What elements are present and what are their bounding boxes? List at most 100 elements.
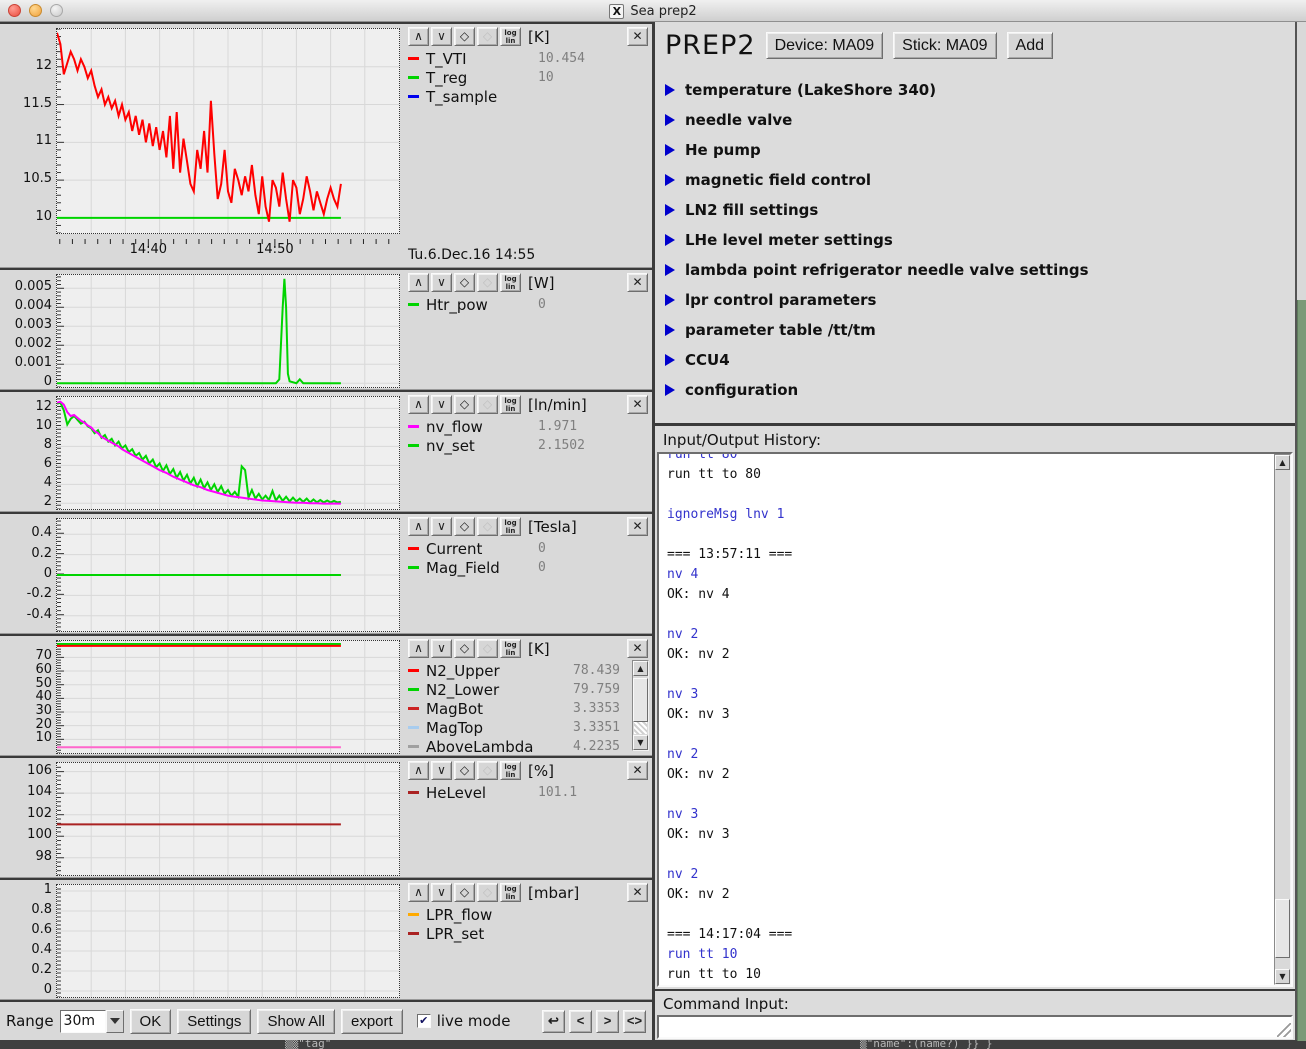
window-titlebar[interactable]: X Sea prep2	[0, 0, 1306, 22]
scroll-left-button[interactable]: <	[569, 1010, 592, 1033]
prep-section-item[interactable]: configuration	[665, 375, 1285, 405]
plot-area[interactable]	[56, 518, 400, 632]
panel-close-button[interactable]: ✕	[627, 395, 648, 414]
prep2-section: PREP2 Device: MA09 Stick: MA09 Add tempe…	[655, 22, 1295, 426]
scroll-up-icon[interactable]: ▲	[633, 661, 648, 676]
legend-series-value: 10.454	[538, 51, 585, 66]
panel-loglin-button[interactable]: loglin	[500, 761, 521, 780]
prep-section-item[interactable]: temperature (LakeShore 340)	[665, 75, 1285, 105]
panel-scale-down-button[interactable]: ∨	[431, 273, 452, 292]
add-button[interactable]: Add	[1007, 32, 1053, 59]
ok-button[interactable]: OK	[130, 1009, 172, 1034]
plot-area[interactable]	[56, 640, 400, 754]
panel-loglin-button[interactable]: loglin	[500, 395, 521, 414]
panel-scale-up-button[interactable]: ∧	[408, 273, 429, 292]
panel-autoscale-disabled-button[interactable]: ◇	[477, 273, 498, 292]
io-history-scrollbar[interactable]: ▲ ▼	[1274, 454, 1291, 985]
prep-section-item[interactable]: He pump	[665, 135, 1285, 165]
expand-range-button[interactable]: <>	[623, 1010, 646, 1033]
range-value[interactable]: 30m	[60, 1010, 106, 1033]
panel-loglin-button[interactable]: loglin	[500, 27, 521, 46]
panel-close-button[interactable]: ✕	[627, 517, 648, 536]
panel-autoscale-button[interactable]: ◇	[454, 273, 475, 292]
prep-section-item[interactable]: LN2 fill settings	[665, 195, 1285, 225]
panel-scale-down-button[interactable]: ∨	[431, 395, 452, 414]
panel-loglin-button[interactable]: loglin	[500, 517, 521, 536]
range-dropdown-button[interactable]	[106, 1010, 124, 1033]
panel-autoscale-disabled-button[interactable]: ◇	[477, 395, 498, 414]
plot-area[interactable]	[56, 762, 400, 876]
panel-scale-up-button[interactable]: ∧	[408, 639, 429, 658]
resize-grip-icon[interactable]	[1277, 1023, 1291, 1037]
scrollbar-trough[interactable]	[634, 722, 647, 734]
panel-autoscale-button[interactable]: ◇	[454, 639, 475, 658]
panel-autoscale-disabled-button[interactable]: ◇	[477, 761, 498, 780]
panel-autoscale-button[interactable]: ◇	[454, 27, 475, 46]
lin-label: lin	[501, 283, 520, 291]
refresh-button[interactable]: ↩	[542, 1010, 565, 1033]
prep-section-item[interactable]: CCU4	[665, 345, 1285, 375]
panel-scale-down-button[interactable]: ∨	[431, 517, 452, 536]
panel-scale-down-button[interactable]: ∨	[431, 639, 452, 658]
panel-scale-up-button[interactable]: ∧	[408, 883, 429, 902]
prep-section-item[interactable]: parameter table /tt/tm	[665, 315, 1285, 345]
prep-section-item[interactable]: lambda point refrigerator needle valve s…	[665, 255, 1285, 285]
panel-close-button[interactable]: ✕	[627, 273, 648, 292]
prep-section-item[interactable]: lpr control parameters	[665, 285, 1285, 315]
stick-button[interactable]: Stick: MA09	[893, 32, 996, 59]
panel-scale-up-button[interactable]: ∧	[408, 27, 429, 46]
io-history-line: run tt to 80	[667, 465, 1269, 485]
panel-close-button[interactable]: ✕	[627, 883, 648, 902]
panel-autoscale-disabled-button[interactable]: ◇	[477, 517, 498, 536]
plot-area[interactable]	[56, 274, 400, 388]
plot-area[interactable]	[56, 884, 400, 998]
panel-scale-up-button[interactable]: ∧	[408, 517, 429, 536]
plot-area[interactable]	[56, 28, 400, 234]
scroll-down-icon[interactable]: ▼	[633, 735, 648, 750]
panel-scale-down-button[interactable]: ∨	[431, 27, 452, 46]
panel-close-button[interactable]: ✕	[627, 27, 648, 46]
range-combobox[interactable]: 30m	[60, 1010, 124, 1033]
y-tick-label: 0.004	[15, 298, 52, 313]
prep-section-item[interactable]: LHe level meter settings	[665, 225, 1285, 255]
panel-autoscale-button[interactable]: ◇	[454, 761, 475, 780]
panel-loglin-button[interactable]: loglin	[500, 273, 521, 292]
live-mode-checkbox[interactable]: ✔	[417, 1014, 431, 1028]
panel-close-button[interactable]: ✕	[627, 761, 648, 780]
panel-autoscale-disabled-button[interactable]: ◇	[477, 883, 498, 902]
y-tick-label: -0.4	[27, 607, 52, 622]
panel-close-button[interactable]: ✕	[627, 639, 648, 658]
panel-scale-up-button[interactable]: ∧	[408, 761, 429, 780]
device-button[interactable]: Device: MA09	[766, 32, 884, 59]
prep-section-item[interactable]: needle valve	[665, 105, 1285, 135]
legend-scrollbar[interactable]: ▲▼	[632, 660, 649, 751]
legend-series-name: nv_flow	[426, 418, 538, 436]
panel-loglin-button[interactable]: loglin	[500, 639, 521, 658]
plot-area[interactable]	[56, 396, 400, 510]
panel-autoscale-disabled-button[interactable]: ◇	[477, 639, 498, 658]
show-all-button[interactable]: Show All	[257, 1009, 335, 1034]
legend-row: HeLevel101.1	[408, 783, 648, 802]
chart-legend: ∧∨◇◇loglin[ln/min]✕nv_flow1.971nv_set2.1…	[400, 392, 652, 511]
panel-scale-down-button[interactable]: ∨	[431, 883, 452, 902]
panel-autoscale-button[interactable]: ◇	[454, 395, 475, 414]
legend-series-name: MagBot	[426, 700, 554, 718]
panel-loglin-button[interactable]: loglin	[500, 883, 521, 902]
scroll-right-button[interactable]: >	[596, 1010, 619, 1033]
export-button[interactable]: export	[341, 1009, 403, 1034]
scrollbar-thumb[interactable]	[1275, 899, 1290, 957]
io-history-console[interactable]: run tt 80run tt to 80 ignoreMsg lnv 1 ==…	[657, 452, 1293, 987]
panel-autoscale-button[interactable]: ◇	[454, 883, 475, 902]
scrollbar-thumb[interactable]	[633, 678, 648, 722]
prep-section-item[interactable]: magnetic field control	[665, 165, 1285, 195]
command-input[interactable]	[659, 1019, 1291, 1039]
scroll-down-icon[interactable]: ▼	[1275, 969, 1290, 984]
settings-button[interactable]: Settings	[177, 1009, 251, 1034]
panel-autoscale-disabled-button[interactable]: ◇	[477, 27, 498, 46]
y-tick-label: 0.003	[15, 317, 52, 332]
panel-autoscale-button[interactable]: ◇	[454, 517, 475, 536]
panel-scale-down-button[interactable]: ∨	[431, 761, 452, 780]
scroll-up-icon[interactable]: ▲	[1275, 455, 1290, 470]
panel-scale-up-button[interactable]: ∧	[408, 395, 429, 414]
io-history-line: nv 2	[667, 745, 1269, 765]
